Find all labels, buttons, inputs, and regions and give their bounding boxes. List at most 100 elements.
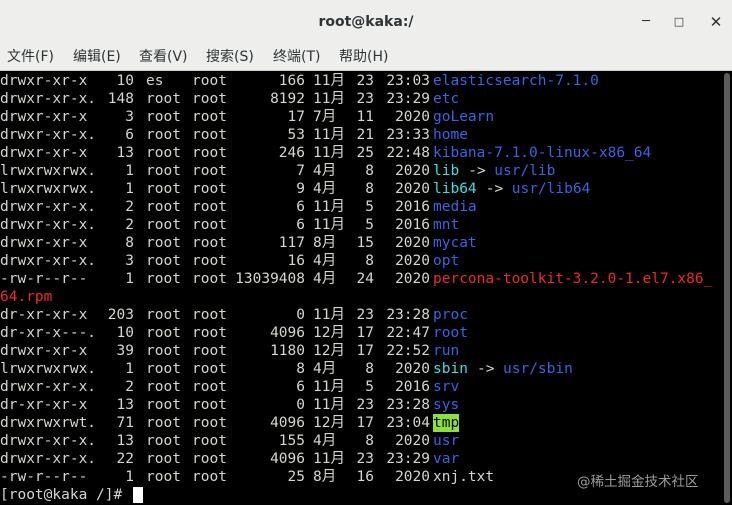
- group: root: [192, 397, 227, 413]
- maximize-icon[interactable]: □: [669, 12, 689, 32]
- file-name[interactable]: sys: [433, 396, 459, 414]
- file-name[interactable]: root: [433, 324, 468, 342]
- owner: root: [146, 91, 181, 107]
- group: root: [192, 379, 227, 395]
- scrollbar[interactable]: [722, 71, 732, 505]
- file-name[interactable]: mnt: [433, 216, 459, 234]
- owner: root: [146, 145, 181, 161]
- menu-search[interactable]: 搜索(S): [204, 44, 256, 70]
- file-size: 8: [296, 361, 305, 377]
- file-name[interactable]: lib64: [433, 180, 477, 198]
- group: root: [192, 415, 227, 431]
- file-name[interactable]: goLearn: [433, 108, 494, 126]
- shell-prompt: [root@kaka /]#: [0, 487, 131, 503]
- file-name[interactable]: var: [433, 450, 459, 468]
- day: 23: [356, 91, 374, 107]
- menu-edit[interactable]: 编辑(E): [71, 44, 123, 70]
- file-name[interactable]: sbin: [433, 360, 468, 378]
- month: 4月: [313, 433, 337, 449]
- minimize-icon[interactable]: ─: [636, 12, 656, 32]
- owner: root: [146, 235, 181, 251]
- file-name[interactable]: tmp: [433, 414, 460, 432]
- file-size: 4096: [270, 325, 305, 341]
- close-icon[interactable]: ✕: [706, 12, 726, 32]
- month: 12月: [313, 415, 345, 431]
- permissions: drwxr-xr-x.: [0, 199, 97, 215]
- file-name[interactable]: lib: [433, 162, 459, 180]
- scrollbar-thumb[interactable]: [724, 73, 730, 503]
- menu-file[interactable]: 文件(F): [5, 44, 56, 70]
- menu-bar: 文件(F) 编辑(E) 查看(V) 搜索(S) 终端(T) 帮助(H): [0, 44, 732, 71]
- symlink-target[interactable]: usr/lib64: [512, 180, 591, 198]
- permissions: drwxrwxrwt.: [0, 415, 97, 431]
- owner: root: [146, 163, 181, 179]
- owner: root: [146, 127, 181, 143]
- owner: root: [146, 469, 181, 485]
- owner: root: [146, 415, 181, 431]
- listing-row: lrwxrwxrwx. 1 root root 7 4月 8 2020 lib -> usr/lib: [0, 162, 722, 180]
- terminal-output[interactable]: drwxr-xr-x 10 es root 166 11月 23 23:03 elastics…: [0, 71, 722, 505]
- file-name[interactable]: elasticsearch-7.1.0: [433, 72, 599, 90]
- file-name[interactable]: proc: [433, 306, 468, 324]
- permissions: drwxr-xr-x.: [0, 379, 97, 395]
- file-size: 16: [287, 253, 305, 269]
- permissions: drwxr-xr-x: [0, 73, 97, 89]
- owner: root: [146, 271, 181, 287]
- link-count: 1: [125, 361, 134, 377]
- owner: root: [146, 451, 181, 467]
- permissions: lrwxrwxrwx.: [0, 163, 97, 179]
- file-name[interactable]: run: [433, 342, 459, 360]
- group: root: [192, 235, 227, 251]
- listing-row: drwxr-xr-x. 2 root root 6 11月 5 2016 srv: [0, 378, 722, 396]
- link-count: 1: [125, 469, 134, 485]
- listing-row: drwxrwxrwt. 71 root root 4096 12月 17 23:04 tmp: [0, 414, 722, 432]
- owner: root: [146, 181, 181, 197]
- month: 11月: [313, 451, 345, 467]
- file-size: 117: [278, 235, 305, 251]
- group: root: [192, 343, 227, 359]
- listing-row: drwxr-xr-x. 148 root root 8192 11月 23 23:29 etc: [0, 90, 722, 108]
- month: 4月: [313, 253, 337, 269]
- day: 23: [356, 307, 374, 323]
- title-bar[interactable]: root@kaka:/ ─ □ ✕: [0, 0, 732, 45]
- time-or-year: 23:29: [386, 91, 430, 107]
- file-name[interactable]: home: [433, 126, 468, 144]
- group: root: [192, 217, 227, 233]
- file-name[interactable]: percona-toolkit-3.2.0-1.el7.x86_: [433, 270, 712, 288]
- file-name[interactable]: srv: [433, 378, 459, 396]
- link-count: 1: [125, 181, 134, 197]
- month: 4月: [313, 361, 337, 377]
- group: root: [192, 361, 227, 377]
- owner: root: [146, 253, 181, 269]
- month: 11月: [313, 145, 345, 161]
- owner: root: [146, 307, 181, 323]
- symlink-target[interactable]: usr/lib: [494, 162, 555, 180]
- owner: root: [146, 199, 181, 215]
- group: root: [192, 271, 227, 287]
- file-name[interactable]: mycat: [433, 234, 477, 252]
- group: root: [192, 451, 227, 467]
- file-name[interactable]: kibana-7.1.0-linux-x86_64: [433, 144, 651, 162]
- symlink-target[interactable]: usr/sbin: [503, 360, 573, 378]
- listing-row: drwxr-xr-x 13 root root 246 11月 25 22:48 kibana…: [0, 144, 722, 162]
- file-name[interactable]: media: [433, 198, 477, 216]
- time-or-year: 2020: [395, 181, 430, 197]
- listing-row: dr-xr-xr-x 203 root root 0 11月 23 23:28 proc: [0, 306, 722, 324]
- time-or-year: 23:29: [386, 451, 430, 467]
- file-name[interactable]: xnj.txt: [433, 468, 494, 486]
- group: root: [192, 109, 227, 125]
- file-size: 1180: [270, 343, 305, 359]
- file-name[interactable]: opt: [433, 252, 459, 270]
- menu-help[interactable]: 帮助(H): [337, 44, 390, 70]
- menu-terminal[interactable]: 终端(T): [271, 44, 322, 70]
- owner: root: [146, 325, 181, 341]
- month: 11月: [313, 217, 345, 233]
- day: 24: [356, 271, 374, 287]
- link-count: 22: [116, 451, 134, 467]
- file-name[interactable]: etc: [433, 90, 459, 108]
- group: root: [192, 253, 227, 269]
- menu-view[interactable]: 查看(V): [137, 44, 190, 70]
- day: 5: [365, 379, 374, 395]
- file-name[interactable]: usr: [433, 432, 459, 450]
- time-or-year: 23:33: [386, 127, 430, 143]
